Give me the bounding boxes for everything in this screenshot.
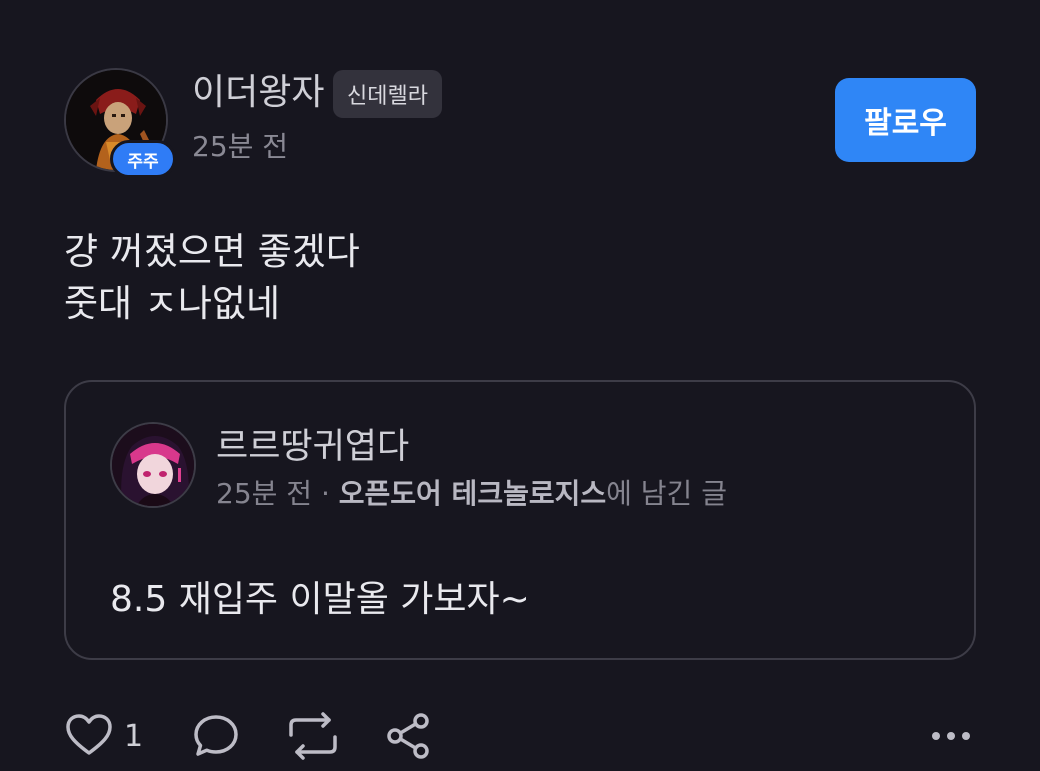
share-button[interactable]: [384, 708, 434, 764]
comment-icon: [191, 711, 241, 761]
quote-meta: 25분 전 · 오픈도어 테크놀로지스에 남긴 글: [216, 472, 727, 512]
rank-badge: 신데렐라: [333, 70, 442, 118]
repost-icon: [285, 711, 341, 761]
comment-button[interactable]: [191, 708, 241, 764]
like-count: 1: [124, 718, 144, 754]
post-body-line: 줏대 ㅈ나없네: [64, 282, 281, 325]
quote-author-avatar[interactable]: [110, 422, 196, 508]
quote-meta-suffix: 에 남긴 글: [606, 477, 727, 510]
follow-button[interactable]: 팔로우: [835, 78, 976, 162]
like-button[interactable]: 1: [64, 708, 143, 764]
post-body-line: 걍 꺼졌으면 좋겠다: [64, 230, 360, 273]
more-icon: [930, 726, 972, 746]
heart-icon: [64, 711, 114, 761]
repost-button[interactable]: [285, 708, 341, 764]
post-detail: 주주 이더왕자 신데렐라 25분 전 팔로우 걍 꺼졌으면 좋겠다 줏대 ㅈ나없…: [0, 0, 1040, 771]
action-bar: 1: [64, 708, 976, 764]
quote-text: 8.5 재입주 이말올 가보자~: [110, 579, 530, 620]
post-time: 25분 전: [192, 130, 289, 163]
meta-separator: ·: [312, 477, 339, 510]
quoted-post-card[interactable]: 르르땅귀엽다 25분 전 · 오픈도어 테크놀로지스에 남긴 글 8.5 재입주…: [64, 380, 976, 660]
quote-time: 25분 전: [216, 477, 313, 510]
author-name[interactable]: 이더왕자: [192, 70, 324, 116]
share-icon: [384, 711, 434, 761]
avatar-badge: 주주: [110, 140, 176, 178]
more-button[interactable]: [930, 708, 972, 764]
quote-community-link[interactable]: 오픈도어 테크놀로지스: [339, 477, 606, 510]
post-body: 걍 꺼졌으면 좋겠다 줏대 ㅈ나없네: [64, 226, 360, 330]
quote-author-name[interactable]: 르르땅귀엽다: [216, 418, 409, 469]
